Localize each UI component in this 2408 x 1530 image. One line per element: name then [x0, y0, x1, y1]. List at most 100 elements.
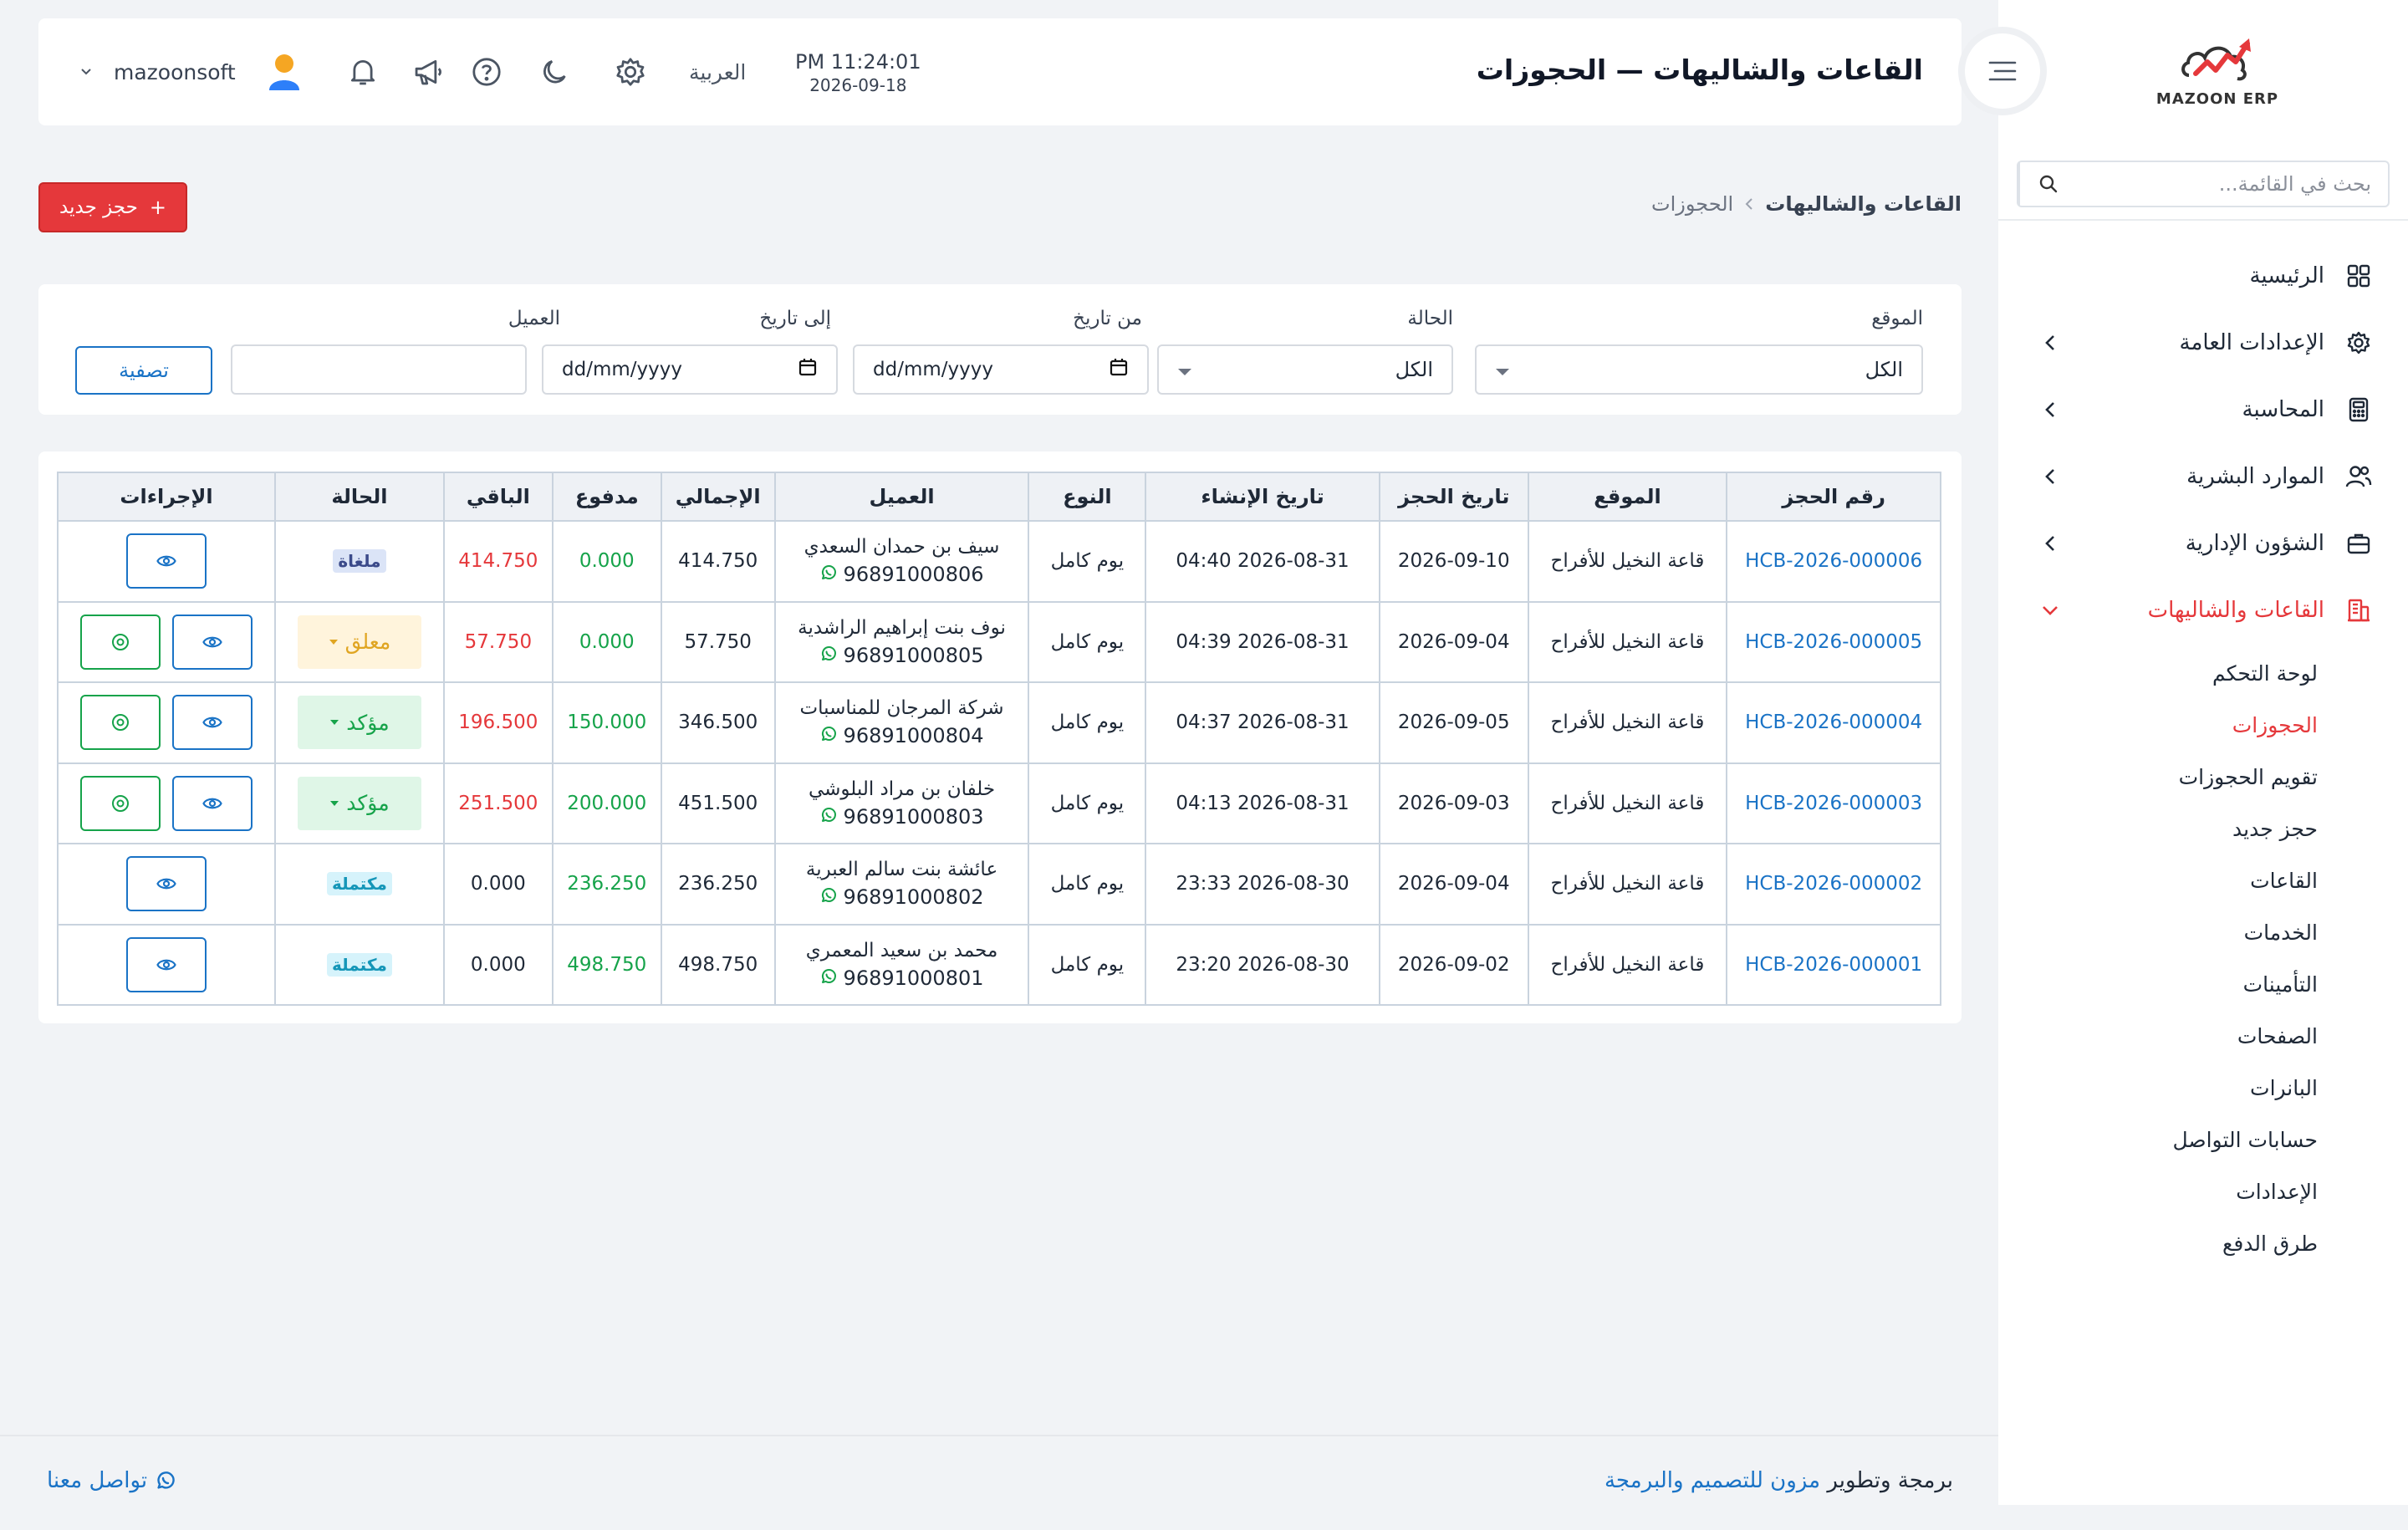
location-cell: قاعة النخيل للأفراح [1527, 681, 1728, 764]
booking-ref-link[interactable]: HCB-2026-000002 [1726, 843, 1941, 926]
subnav-item-halls[interactable]: القاعات [1998, 854, 2408, 906]
footer-brand-link[interactable]: مزون للتصميم والبرمجة [1604, 1468, 1820, 1493]
status-cell: مؤكد [273, 681, 445, 764]
subnav-item-payment-methods[interactable]: طرق الدفع [1998, 1217, 2408, 1269]
customer-filter-input[interactable] [231, 344, 527, 395]
subnav-item-calendar[interactable]: تقويم الحجوزات [1998, 751, 2408, 803]
status-filter-value: الكل [1395, 358, 1433, 381]
column-header[interactable]: الإجمالي [660, 472, 776, 522]
payment-button[interactable] [79, 775, 161, 831]
status-cell: ملغاة [273, 520, 445, 603]
customer-cell: نوف بنت إبراهيم الراشدية 96891000805 [773, 600, 1030, 683]
booking-ref-link[interactable]: HCB-2026-000005 [1726, 600, 1941, 683]
search-icon[interactable] [2018, 162, 2077, 206]
sidebar-search-input[interactable] [2077, 162, 2388, 206]
subnav-item-dashboard[interactable]: لوحة التحكم [1998, 647, 2408, 699]
sidebar-item-general-settings[interactable]: الإعدادات العامة [1998, 309, 2408, 376]
actions-cell [57, 843, 276, 926]
column-header[interactable]: الحالة [273, 472, 445, 522]
customer-name: خلفان بن مراد البلوشي [808, 778, 996, 800]
subnav-item-social-accounts[interactable]: حسابات التواصل [1998, 1114, 2408, 1165]
sidebar-item-hr[interactable]: الموارد البشرية [1998, 443, 2408, 510]
payment-button[interactable] [79, 695, 161, 751]
eye-icon [156, 553, 176, 569]
status-label: مؤكد [346, 791, 390, 816]
breadcrumb-current: الحجوزات [1651, 192, 1734, 216]
column-header[interactable]: العميل [773, 472, 1030, 522]
customer-phone[interactable]: 96891000803 [776, 805, 1028, 829]
subnav-item-settings[interactable]: الإعدادات [1998, 1165, 2408, 1217]
status-dropdown[interactable]: مؤكد [297, 696, 421, 750]
column-header[interactable]: النوع [1028, 472, 1147, 522]
language-switch[interactable]: العربية [689, 60, 746, 84]
customer-phone[interactable]: 96891000804 [776, 724, 1028, 747]
booking-date-cell: 2026-09-02 [1378, 923, 1529, 1006]
chevron-left-icon [1745, 192, 1753, 216]
subnav-item-services[interactable]: الخدمات [1998, 906, 2408, 958]
new-booking-button[interactable]: + حجز جديد [38, 182, 187, 232]
table-row: HCB-2026-000005 قاعة النخيل للأفراح 2026… [57, 600, 1941, 683]
gear-icon[interactable] [612, 54, 649, 90]
booking-ref-link[interactable]: HCB-2026-000003 [1726, 762, 1941, 844]
column-header[interactable]: تاريخ الحجز [1378, 472, 1529, 522]
customer-name: محمد بن سعيد المعمري [805, 939, 998, 961]
menu-toggle-button[interactable] [1965, 33, 2040, 109]
booking-ref-link[interactable]: HCB-2026-000004 [1726, 681, 1941, 764]
subnav-item-deposits[interactable]: التأمينات [1998, 958, 2408, 1010]
view-button[interactable] [171, 695, 253, 751]
sidebar-item-label: الشؤون الإدارية [2185, 531, 2324, 556]
column-header[interactable]: الموقع [1527, 472, 1728, 522]
location-filter-select[interactable]: الكل [1475, 344, 1923, 395]
subnav-item-bookings[interactable]: الحجوزات [1998, 699, 2408, 751]
column-header[interactable]: رقم الحجز [1726, 472, 1941, 522]
to-date-input[interactable]: dd/mm/yyyy [542, 344, 838, 395]
column-header[interactable]: تاريخ الإنشاء [1145, 472, 1380, 522]
status-filter-select[interactable]: الكل [1157, 344, 1453, 395]
location-filter-value: الكل [1865, 358, 1903, 381]
megaphone-icon[interactable] [410, 54, 446, 90]
sidebar-item-home[interactable]: الرئيسية [1998, 242, 2408, 309]
customer-phone[interactable]: 96891000802 [776, 885, 1028, 909]
breadcrumb-parent[interactable]: القاعات والشاليهات [1765, 192, 1962, 216]
column-header[interactable]: مدفوع [551, 472, 662, 522]
payment-button[interactable] [79, 614, 161, 670]
subnav-item-new-booking[interactable]: حجز جديد [1998, 803, 2408, 854]
status-cell: مكتملة [273, 923, 445, 1006]
sidebar-item-admin-affairs[interactable]: الشؤون الإدارية [1998, 510, 2408, 577]
booking-ref-link[interactable]: HCB-2026-000006 [1726, 520, 1941, 603]
subnav-item-banners[interactable]: البانرات [1998, 1062, 2408, 1114]
status-dropdown[interactable]: معلق [297, 615, 421, 669]
bell-icon[interactable] [344, 54, 381, 90]
sidebar-item-label: الرئيسية [2249, 263, 2324, 288]
customer-phone[interactable]: 96891000805 [776, 644, 1028, 667]
subnav-item-pages[interactable]: الصفحات [1998, 1010, 2408, 1062]
coin-icon [111, 633, 130, 651]
customer-phone[interactable]: 96891000806 [776, 563, 1028, 586]
view-button[interactable] [171, 775, 253, 831]
column-header[interactable]: الباقي [442, 472, 554, 522]
logo[interactable]: MAZOON ERP [2150, 30, 2284, 114]
view-button[interactable] [125, 533, 207, 589]
help-icon[interactable] [468, 54, 505, 90]
filter-button[interactable]: تصفية [75, 346, 212, 395]
contact-link[interactable]: تواصل معنا [47, 1468, 176, 1493]
created-date-cell: 2026-08-31 04:13 [1145, 762, 1380, 844]
view-button[interactable] [125, 936, 207, 992]
status-cell: مؤكد [273, 762, 445, 844]
sidebar-item-accounting[interactable]: المحاسبة [1998, 376, 2408, 443]
view-button[interactable] [125, 856, 207, 912]
grid-icon [2344, 262, 2373, 290]
user-menu[interactable]: mazoonsoft [80, 54, 303, 90]
status-dropdown[interactable]: مؤكد [297, 776, 421, 830]
customer-phone-number: 96891000806 [843, 563, 984, 587]
type-cell: يوم كامل [1028, 681, 1147, 764]
moon-icon[interactable] [537, 54, 574, 90]
booking-ref-link[interactable]: HCB-2026-000001 [1726, 923, 1941, 1006]
eye-icon [156, 876, 176, 891]
from-date-input[interactable]: dd/mm/yyyy [853, 344, 1149, 395]
building-icon [2344, 596, 2373, 625]
customer-phone[interactable]: 96891000801 [776, 966, 1028, 990]
view-button[interactable] [171, 614, 253, 670]
sidebar-item-halls-chalets[interactable]: القاعات والشاليهات [1998, 577, 2408, 644]
sidebar-search [2017, 161, 2390, 207]
